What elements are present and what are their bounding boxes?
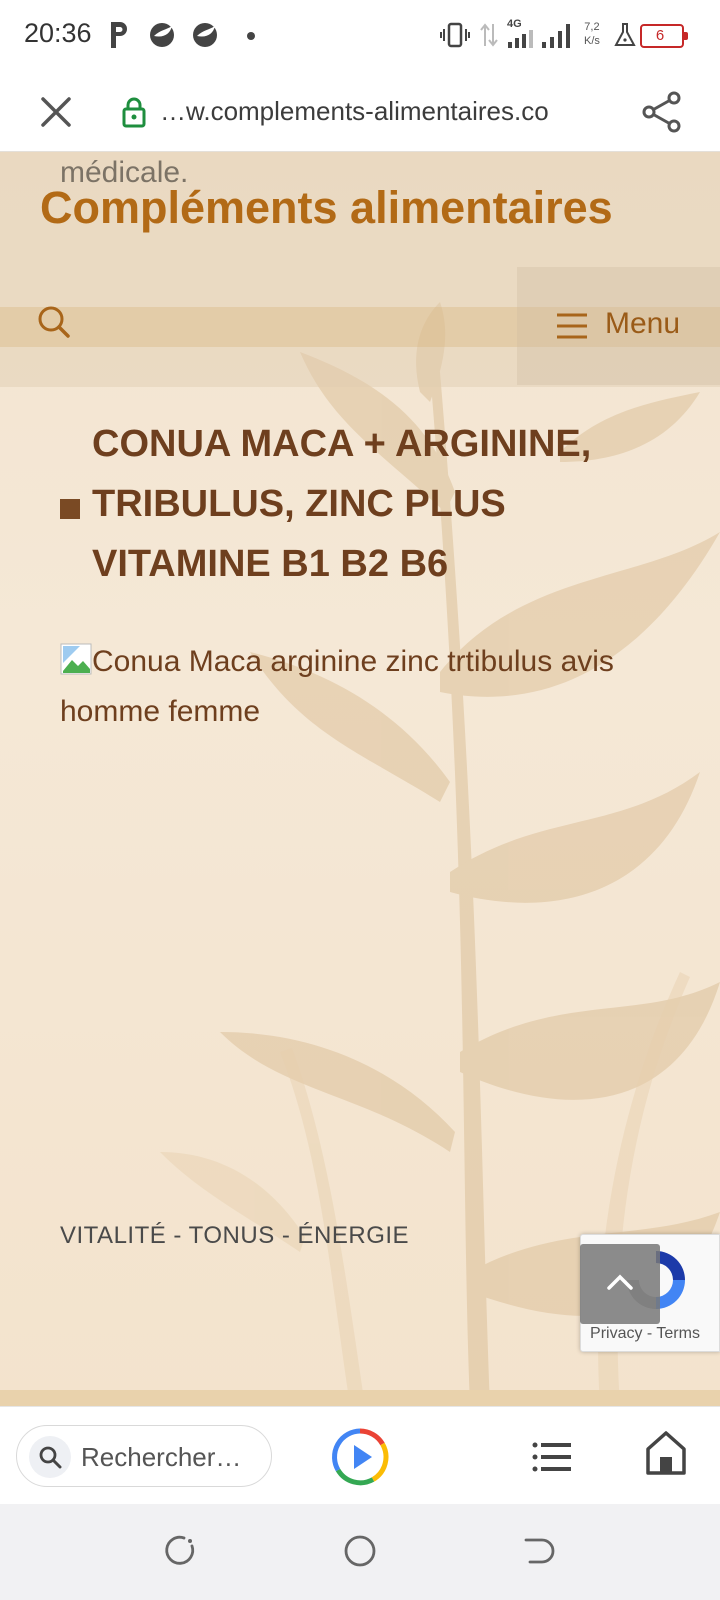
menu-button[interactable]: Menu [517,267,720,385]
search-placeholder: Rechercher… [81,1442,242,1472]
home-icon[interactable] [644,1429,688,1477]
share-icon[interactable] [640,90,684,134]
hamburger-icon [557,313,587,339]
browser-bottom-toolbar: Rechercher… [0,1406,720,1504]
recaptcha-links: Privacy - Terms [581,1325,709,1343]
status-time: 20:36 [24,18,92,48]
search-icon [39,1446,62,1469]
parking-icon [111,22,127,48]
tagline: VITALITÉ - TONUS - ÉNERGIE [60,1222,410,1249]
list-icon[interactable] [530,1435,574,1479]
back-icon[interactable] [522,1534,556,1568]
link-separator: - [646,1325,653,1342]
data-arrows-icon [480,23,498,47]
vibrate-icon [440,22,470,48]
search-icon-container [29,1436,71,1478]
browser-url-bar: …w.complements-alimentaires.co [0,72,720,152]
search-icon[interactable] [34,302,74,342]
product-title: CONUA MACA + ARGININE, TRIBULUS, ZINC PL… [92,414,652,594]
image-alt-text: Conua Maca arginine zinc trtibulus avis … [60,645,614,728]
battery-nub [684,32,688,40]
product-title-line: CONUA MACA + ARGININE, [92,423,592,465]
web-page[interactable]: médicale. Compléments alimentaires Menu … [0,152,720,1406]
menu-label: Menu [605,307,681,340]
net-speed: 7,2 K/s [584,20,600,48]
android-navigation-bar [0,1504,720,1600]
product-image-broken: Conua Maca arginine zinc trtibulus avis … [60,637,640,737]
net-speed-value: 7,2 [584,21,600,33]
chevron-up-icon [607,1274,633,1290]
notification-dot-icon [247,32,255,40]
product-title-line: TRIBULUS, ZINC PLUS [92,483,506,525]
status-bar: 20:36 4G 7,2 K/s 6 [0,0,720,72]
broken-image-icon [60,643,92,675]
page-bottom-strip [0,1390,720,1406]
bird-app-icon [150,23,174,47]
bird-app-icon [193,23,217,47]
battery-level: 6 [655,27,665,44]
square-bullet-icon [60,499,80,519]
terms-link[interactable]: Terms [656,1325,700,1342]
play-icon[interactable] [330,1427,390,1487]
network-type: 4G [507,18,522,30]
recent-apps-icon[interactable] [164,1534,198,1568]
site-title[interactable]: Compléments alimentaires [40,182,613,234]
close-icon[interactable] [36,92,76,132]
product-title-line: VITAMINE B1 B2 B6 [92,543,449,585]
privacy-link[interactable]: Privacy [590,1325,642,1342]
site-header: Compléments alimentaires Menu [0,152,720,387]
url-text[interactable]: …w.complements-alimentaires.co [160,96,600,127]
home-circle-icon[interactable] [343,1534,377,1568]
scroll-to-top-button[interactable] [580,1244,660,1324]
lock-icon [122,97,146,128]
signal-bars-icon [542,24,570,48]
net-speed-unit: K/s [584,35,600,47]
battery-icon: 6 [640,24,688,48]
signal-bars-icon [508,30,533,48]
flask-icon [614,23,636,46]
search-bar[interactable]: Rechercher… [16,1425,272,1487]
